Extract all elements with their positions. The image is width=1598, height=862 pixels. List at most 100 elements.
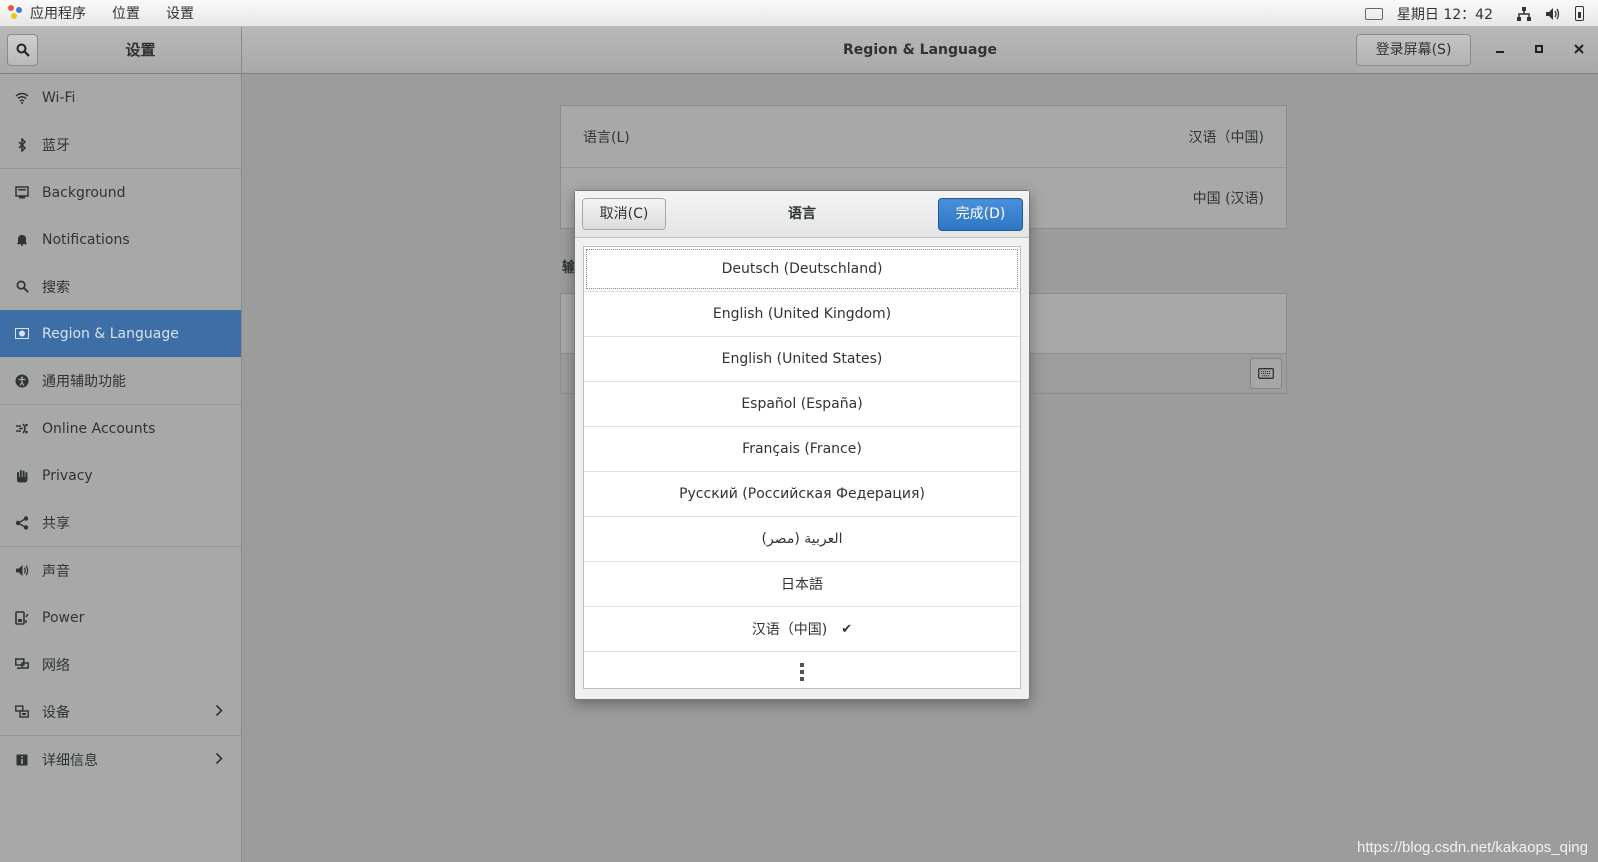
language-option-label: 汉语（中国): [751, 622, 828, 638]
sidebar-item-accessibility[interactable]: 通用辅助功能: [0, 357, 241, 404]
language-option[interactable]: Русский (Российская Федерация): [584, 472, 1020, 517]
search-icon: [14, 279, 30, 295]
language-option-label: English (United States): [721, 351, 883, 367]
sidebar-item-label: Background: [42, 184, 126, 201]
sidebar-item-label: Privacy: [42, 467, 93, 484]
power-icon: [14, 610, 30, 626]
sidebar-item-label: 共享: [42, 515, 70, 532]
language-option-label: Français (France): [742, 441, 862, 457]
login-screen-button[interactable]: 登录屏幕(S): [1356, 34, 1471, 66]
header-bar: 设置 Region & Language 登录屏幕(S): [0, 27, 1598, 74]
info-icon: [14, 752, 30, 768]
sidebar-item-devices[interactable]: 设备: [0, 688, 241, 735]
language-option-label: Deutsch (Deutschland): [721, 261, 883, 277]
wifi-icon: [14, 90, 30, 106]
sidebar-item-online-accounts[interactable]: Online Accounts: [0, 405, 241, 452]
language-option-label: English (United Kingdom): [712, 306, 892, 322]
more-vertical-icon: [800, 663, 804, 681]
language-option[interactable]: 日本語: [584, 562, 1020, 607]
formats-value: 中国 (汉语): [1192, 191, 1264, 207]
share-icon: [14, 515, 30, 531]
language-row[interactable]: 语言(L) 汉语（中国): [561, 106, 1286, 167]
minimize-button[interactable]: [1489, 39, 1511, 61]
language-option[interactable]: العربية (مصر): [584, 517, 1020, 562]
sidebar-item-search[interactable]: 搜索: [0, 263, 241, 310]
done-button[interactable]: 完成(D): [938, 198, 1023, 231]
devices-icon: [14, 704, 30, 720]
more-languages-button[interactable]: [584, 652, 1020, 692]
language-option[interactable]: Français (France): [584, 427, 1020, 472]
chevron-right-icon: [215, 750, 223, 769]
language-value: 汉语（中国): [1188, 129, 1264, 146]
sidebar-item-notifications[interactable]: Notifications: [0, 216, 241, 263]
settings-window: 设置 Region & Language 登录屏幕(S) Wi-Fi 蓝牙 Ba…: [0, 27, 1598, 862]
sidebar-item-region-language[interactable]: Region & Language: [0, 310, 241, 357]
sidebar-item-power[interactable]: Power: [0, 594, 241, 641]
sidebar-item-label: 设备: [42, 704, 70, 721]
keyboard-icon[interactable]: [1364, 7, 1383, 20]
language-option-selected[interactable]: 汉语（中国) ✔: [584, 607, 1020, 652]
sidebar-item-wifi[interactable]: Wi-Fi: [0, 74, 241, 121]
language-option[interactable]: Español (España): [584, 382, 1020, 427]
sidebar-item-privacy[interactable]: Privacy: [0, 452, 241, 499]
sidebar-item-label: 搜索: [42, 279, 70, 296]
sidebar-item-network[interactable]: 网络: [0, 641, 241, 688]
sidebar-item-label: Wi-Fi: [42, 89, 76, 106]
top-bar: 应用程序 位置 设置 星期日 12：42: [0, 0, 1598, 27]
bell-icon: [14, 232, 30, 248]
sidebar-item-label: 通用辅助功能: [42, 373, 126, 390]
maximize-icon: [1535, 45, 1543, 53]
language-option[interactable]: English (United Kingdom): [584, 292, 1020, 337]
keyboard-icon: [1258, 368, 1274, 379]
sidebar-item-background[interactable]: Background: [0, 169, 241, 216]
minimize-icon: [1496, 51, 1504, 53]
language-option-label: 日本語: [781, 577, 823, 593]
sidebar-item-label: 蓝牙: [42, 137, 70, 154]
watermark: https://blog.csdn.net/kakaops_qing: [1357, 839, 1588, 856]
checkmark-icon: ✔: [841, 621, 853, 637]
sidebar-item-label: 声音: [42, 563, 70, 580]
close-button[interactable]: [1568, 39, 1590, 61]
sidebar-item-sound[interactable]: 声音: [0, 547, 241, 594]
region-icon: [14, 326, 30, 342]
sidebar-title: 设置: [125, 41, 156, 59]
network-icon[interactable]: [1517, 6, 1531, 21]
sidebar-item-label: Online Accounts: [42, 420, 156, 437]
settings-menu[interactable]: 设置: [166, 3, 194, 23]
sidebar-item-details[interactable]: 详细信息: [0, 736, 241, 783]
sidebar-item-bluetooth[interactable]: 蓝牙: [0, 121, 241, 168]
hand-icon: [14, 468, 30, 484]
language-option[interactable]: English (United States): [584, 337, 1020, 382]
sidebar-header: 设置: [0, 27, 242, 74]
applications-menu[interactable]: 应用程序: [30, 3, 86, 23]
language-option[interactable]: Deutsch (Deutschland): [584, 247, 1020, 292]
maximize-button[interactable]: [1528, 39, 1550, 61]
battery-icon[interactable]: [1575, 6, 1584, 21]
language-option-label: Русский (Российская Федерация): [679, 486, 925, 502]
close-icon: [1574, 44, 1584, 54]
apps-menu-icon[interactable]: [8, 5, 24, 21]
sidebar-item-label: Power: [42, 609, 85, 626]
places-menu[interactable]: 位置: [112, 3, 140, 23]
volume-icon[interactable]: [1545, 7, 1561, 21]
language-label: 语言(L): [583, 129, 630, 146]
language-list: Deutsch (Deutschland) English (United Ki…: [583, 246, 1021, 689]
search-icon: [16, 43, 30, 57]
sidebar-item-sharing[interactable]: 共享: [0, 499, 241, 546]
sidebar-item-label: 详细信息: [42, 752, 98, 769]
bluetooth-icon: [14, 137, 30, 153]
dialog-header: 语言 取消(C) 完成(D): [575, 191, 1029, 238]
language-option-label: Español (España): [741, 396, 863, 412]
search-button[interactable]: [7, 34, 38, 66]
language-option-label: العربية (مصر): [761, 531, 843, 547]
language-dialog: 语言 取消(C) 完成(D) Deutsch (Deutschland) Eng…: [574, 190, 1030, 700]
keyboard-layout-button[interactable]: [1250, 358, 1282, 389]
sidebar: Wi-Fi 蓝牙 Background Notifications 搜索 Reg…: [0, 74, 242, 862]
online-accounts-icon: [14, 421, 30, 437]
accessibility-icon: [14, 373, 30, 389]
clock[interactable]: 星期日 12：42: [1397, 4, 1493, 24]
background-icon: [14, 185, 30, 201]
cancel-button[interactable]: 取消(C): [582, 198, 666, 230]
sidebar-item-label: Notifications: [42, 231, 130, 248]
sidebar-item-label: Region & Language: [42, 325, 179, 342]
